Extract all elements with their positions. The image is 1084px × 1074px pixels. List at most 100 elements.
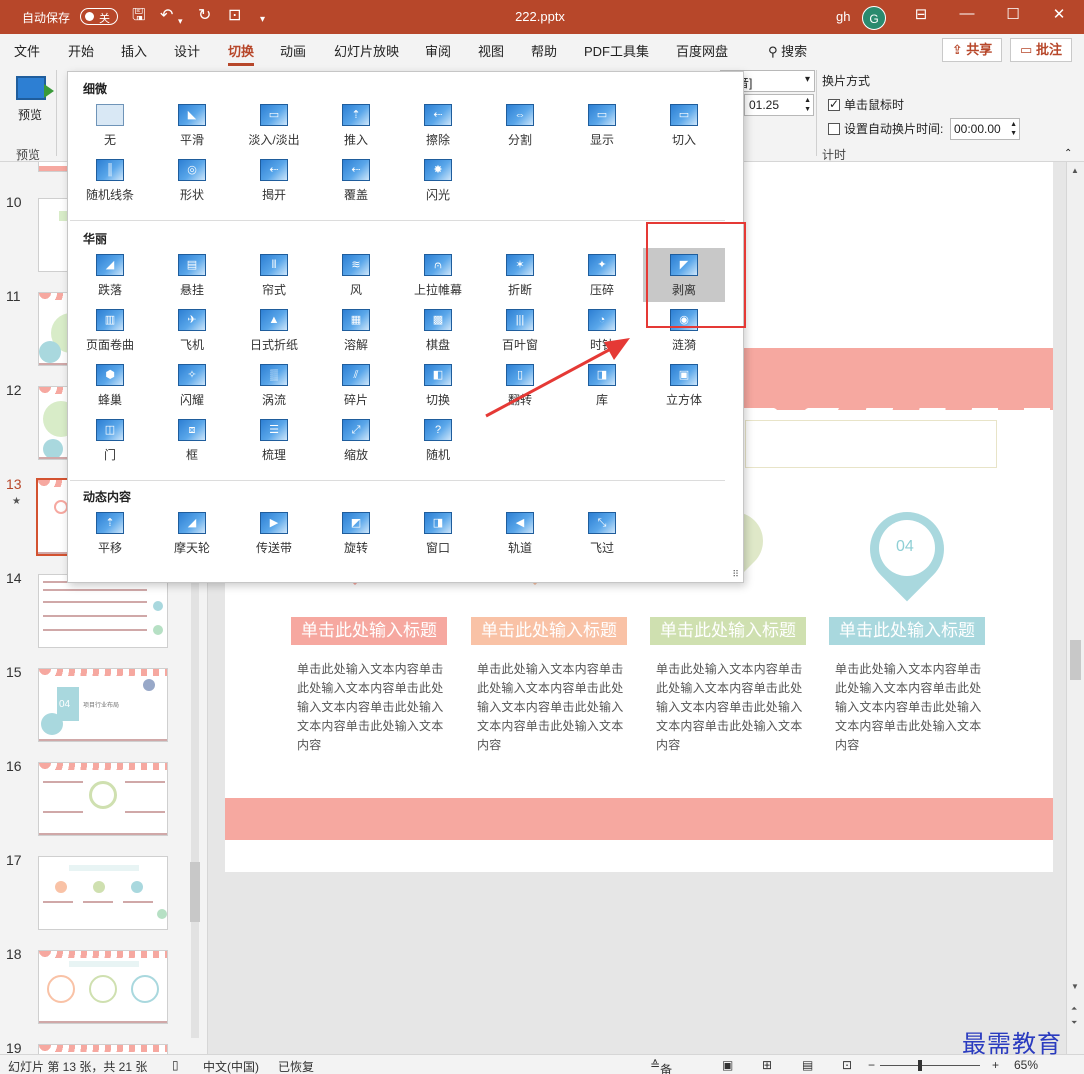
slide-sorter-icon[interactable]: ⊞ (762, 1058, 772, 1072)
transition-option[interactable]: ⇡ 推入 (315, 98, 397, 152)
maximize-icon[interactable]: ☐ (998, 5, 1028, 23)
transition-option[interactable]: ⤢ 缩放 (315, 413, 397, 467)
auto-advance-time-input[interactable]: 00:00.00 ▲ ▼ (950, 118, 1020, 140)
zoom-in-icon[interactable]: + (992, 1058, 999, 1072)
transition-option[interactable]: ≋ 风 (315, 248, 397, 302)
transition-option[interactable]: ✦ 压碎 (561, 248, 643, 302)
zoom-level[interactable]: 65% (1014, 1058, 1038, 1072)
preview-icon[interactable] (16, 76, 54, 100)
close-icon[interactable]: ✕ (1044, 5, 1074, 23)
search-box[interactable]: ⚲ 搜索 (768, 41, 807, 60)
transition-option[interactable]: ☰ 梳理 (233, 413, 315, 467)
accessibility-icon[interactable]: ▯ (172, 1058, 179, 1072)
redo-icon[interactable]: ↻ (198, 7, 211, 25)
auto-advance-checkbox[interactable] (828, 123, 840, 135)
transition-option[interactable]: ▭ 切入 (643, 98, 725, 152)
transition-option[interactable]: ⧈ 框 (151, 413, 233, 467)
transition-option[interactable]: ▭ 显示 (561, 98, 643, 152)
duration-input[interactable]: 01.25 ▲ ▼ (744, 94, 814, 116)
zoom-out-icon[interactable]: − (868, 1058, 875, 1072)
undo-icon[interactable]: ↶ (160, 7, 173, 25)
tab-animations[interactable]: 动画 (280, 41, 306, 60)
customize-qat-icon[interactable]: ▾ (260, 11, 265, 29)
column-body[interactable]: 单击此处输入文本内容单击此处输入文本内容单击此处输入文本内容单击此处输入文本内容… (835, 660, 983, 755)
column-title[interactable]: 单击此处输入标题 (650, 617, 806, 645)
on-click-option[interactable]: 单击鼠标时 (828, 96, 904, 113)
transition-option[interactable]: ⇔ 分割 (479, 98, 561, 152)
scroll-down-icon[interactable]: ▼ (1071, 982, 1079, 991)
slideshow-icon[interactable]: ⊡ (842, 1058, 852, 1072)
spin-up-icon[interactable]: ▲ (804, 97, 811, 105)
undo-dropdown-icon[interactable]: ▾ (178, 12, 183, 30)
transition-option[interactable]: ✸ 闪光 (397, 153, 479, 207)
tab-insert[interactable]: 插入 (121, 41, 147, 60)
transition-option[interactable]: ▭ 淡入/淡出 (233, 98, 315, 152)
slide-thumbnail[interactable] (38, 1044, 168, 1054)
transition-option[interactable]: ║ 随机线条 (69, 153, 151, 207)
column-title[interactable]: 单击此处输入标题 (829, 617, 985, 645)
tab-design[interactable]: 设计 (174, 41, 200, 60)
transition-option[interactable]: ◧ 切换 (397, 358, 479, 412)
share-button[interactable]: ⇪ 共享 (942, 38, 1002, 62)
transition-option[interactable]: ⇡ 平移 (69, 506, 151, 560)
scroll-thumb[interactable] (1070, 640, 1081, 680)
transition-option[interactable]: ✶ 折断 (479, 248, 561, 302)
on-click-checkbox[interactable] (828, 97, 840, 111)
next-slide-icon[interactable]: ⏷ (1071, 1018, 1077, 1028)
minimize-icon[interactable]: — (952, 5, 982, 22)
tab-help[interactable]: 帮助 (531, 41, 557, 60)
transition-option[interactable]: ⇠ 揭开 (233, 153, 315, 207)
transition-option[interactable]: ⩀ 上拉帷幕 (397, 248, 479, 302)
tab-file[interactable]: 文件 (14, 41, 40, 60)
preview-button-label[interactable]: 预览 (18, 106, 42, 123)
user-name[interactable]: gh (836, 9, 850, 24)
slide-thumbnail[interactable] (38, 856, 168, 930)
transition-option[interactable]: 无 (69, 98, 151, 152)
tab-view[interactable]: 视图 (478, 41, 504, 60)
transition-option[interactable]: ▶ 传送带 (233, 506, 315, 560)
collapse-ribbon-icon[interactable]: ⌃ (1064, 148, 1072, 159)
transition-option[interactable]: ◀ 轨道 (479, 506, 561, 560)
slide-thumbnail[interactable] (38, 574, 168, 648)
transition-option[interactable]: ⤡ 飞过 (561, 506, 643, 560)
transition-option[interactable]: ✈ 飞机 (151, 303, 233, 357)
transition-option[interactable]: ◢ 摩天轮 (151, 506, 233, 560)
autosave-toggle[interactable]: 关 (80, 8, 118, 25)
ribbon-display-icon[interactable]: ⊟ (906, 5, 936, 23)
slide-title-placeholder[interactable] (745, 420, 997, 468)
tab-baidu-netdisk[interactable]: 百度网盘 (676, 41, 728, 60)
slide-scrollbar[interactable]: ▲ ▼ ⏶ ⏷ (1066, 162, 1084, 1054)
transition-option[interactable]: ▥ 页面卷曲 (69, 303, 151, 357)
transition-option[interactable]: ⇠ 擦除 (397, 98, 479, 152)
zoom-slider[interactable] (880, 1065, 980, 1066)
transition-option[interactable]: ✧ 闪耀 (151, 358, 233, 412)
transition-option[interactable]: ? 随机 (397, 413, 479, 467)
transition-option[interactable]: ◎ 形状 (151, 153, 233, 207)
transition-option[interactable]: ▦ 溶解 (315, 303, 397, 357)
slide-thumbnail[interactable] (38, 950, 168, 1024)
present-icon[interactable]: ⊡ (228, 7, 241, 25)
transition-option[interactable]: ▩ 棋盘 (397, 303, 479, 357)
spin-down-icon[interactable]: ▼ (804, 106, 811, 114)
save-icon[interactable]: 🖫 (132, 7, 146, 25)
slide-thumbnail[interactable]: 04 项目行业布局 (38, 668, 168, 742)
avatar[interactable]: G (862, 6, 886, 30)
tab-transitions[interactable]: 切换 (228, 41, 255, 66)
transition-option[interactable]: ⬢ 蜂巢 (69, 358, 151, 412)
transition-option[interactable]: ◣ 平滑 (151, 98, 233, 152)
column-body[interactable]: 单击此处输入文本内容单击此处输入文本内容单击此处输入文本内容单击此处输入文本内容… (656, 660, 804, 755)
transition-option[interactable]: ◢ 跌落 (69, 248, 151, 302)
transition-option[interactable]: ▒ 涡流 (233, 358, 315, 412)
comments-button[interactable]: ▭ 批注 (1010, 38, 1072, 62)
tab-pdf-tools[interactable]: PDF工具集 (584, 41, 649, 60)
tab-slideshow[interactable]: 幻灯片放映 (334, 41, 399, 60)
auto-advance-option[interactable]: 设置自动换片时间: (828, 120, 943, 137)
normal-view-icon[interactable]: ▣ (722, 1058, 733, 1072)
transition-option[interactable]: ⫴ 帘式 (233, 248, 315, 302)
transition-option[interactable]: ▲ 日式折纸 (233, 303, 315, 357)
transition-option[interactable]: ▣ 立方体 (643, 358, 725, 412)
spin-down-icon[interactable]: ▼ (1010, 130, 1017, 138)
zoom-slider-knob[interactable] (918, 1060, 922, 1071)
resize-grip-icon[interactable]: ⠿ (732, 569, 739, 580)
slide-thumbnail[interactable] (38, 762, 168, 836)
